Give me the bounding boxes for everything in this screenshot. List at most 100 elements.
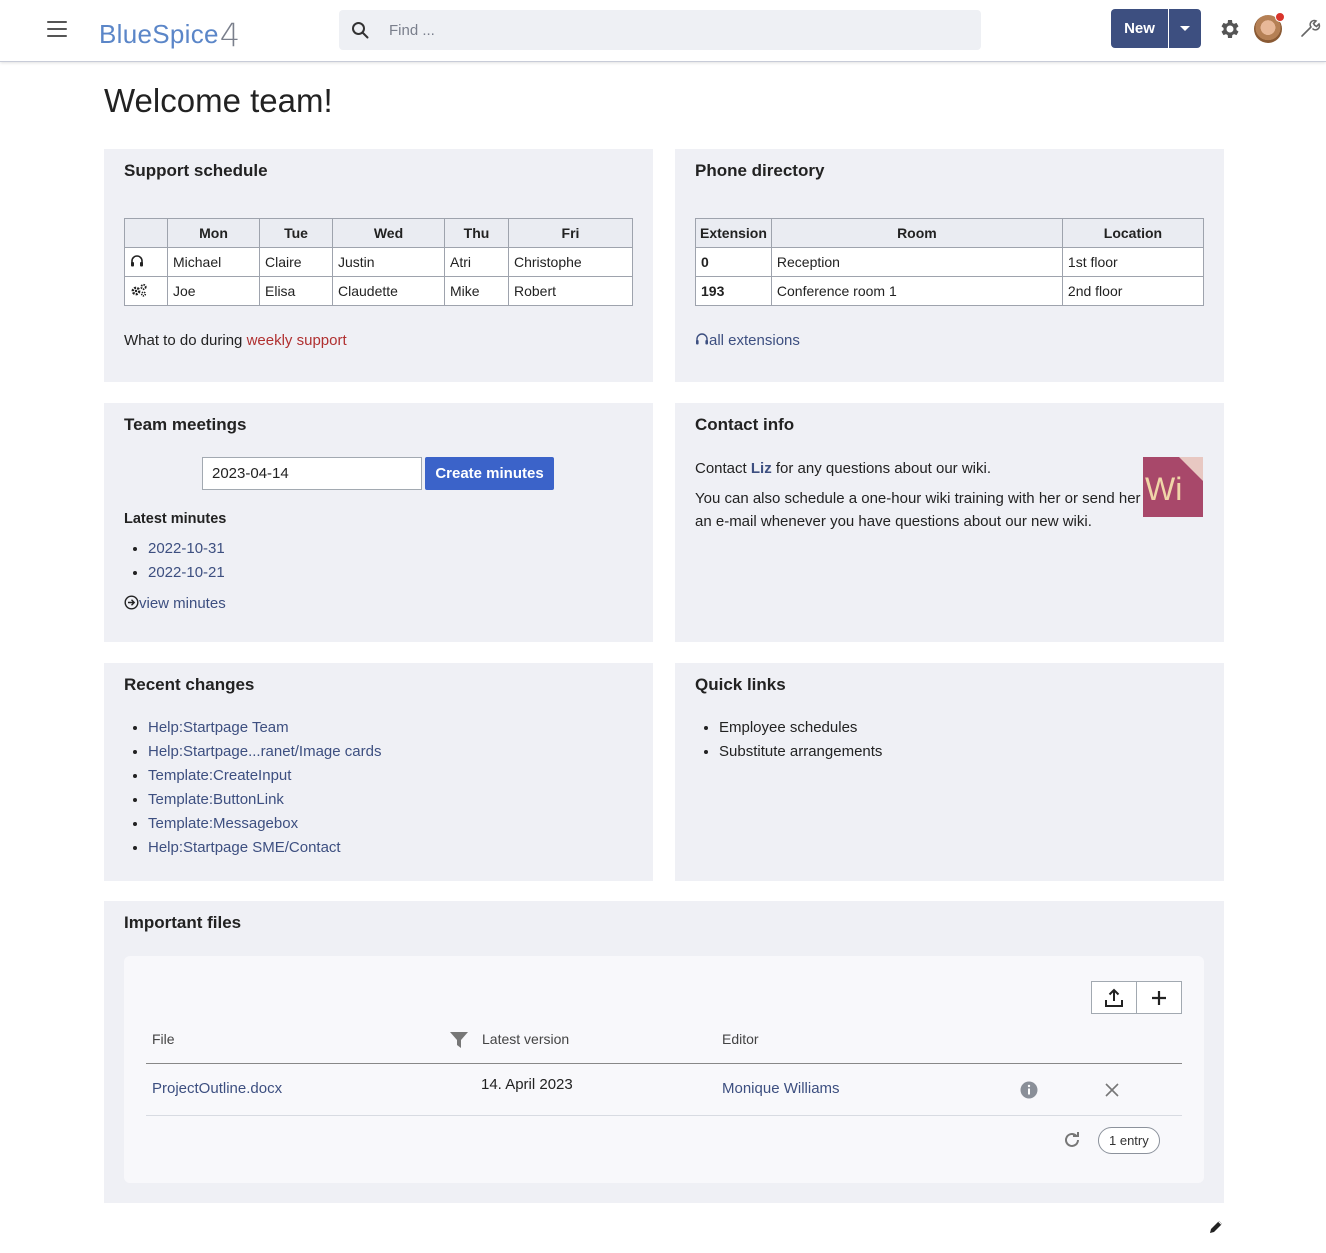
list-item: Help:Startpage Team — [148, 716, 381, 740]
editor-link[interactable]: Monique Williams — [722, 1080, 840, 1097]
recent-change-link[interactable]: Template:Messagebox — [148, 815, 298, 832]
table-header-row: Extension Room Location — [695, 218, 1205, 248]
recent-change-link[interactable]: Help:Startpage SME/Contact — [148, 839, 341, 856]
search-box — [339, 10, 981, 50]
all-extensions-link[interactable]: all extensions — [695, 332, 800, 349]
add-file-button[interactable] — [1136, 981, 1182, 1014]
table-row: 0 Reception 1st floor — [695, 247, 1205, 277]
refresh-icon[interactable] — [1062, 1130, 1082, 1150]
arrow-circle-right-icon — [124, 595, 139, 610]
row-divider — [146, 1115, 1182, 1116]
gear-icon[interactable] — [1217, 17, 1241, 41]
table-header: Fri — [508, 218, 633, 248]
table-header: Room — [770, 218, 1063, 248]
table-header: Mon — [167, 218, 260, 248]
table-cell — [124, 247, 168, 277]
support-schedule-table: Mon Tue Wed Thu Fri Michael Claire Justi… — [124, 218, 633, 306]
table-header: Extension — [695, 218, 772, 248]
avatar[interactable] — [1254, 12, 1285, 43]
recent-changes-title: Recent changes — [124, 675, 255, 694]
table-cell: Michael — [167, 247, 260, 277]
recent-changes-list: Help:Startpage Team Help:Startpage...ran… — [124, 716, 381, 860]
pencil-icon[interactable] — [1208, 1219, 1224, 1235]
new-dropdown-button[interactable] — [1169, 9, 1201, 48]
weekly-support-link[interactable]: weekly support — [247, 332, 347, 349]
support-schedule-title: Support schedule — [124, 161, 268, 180]
quick-link[interactable]: Substitute arrangements — [719, 743, 882, 760]
file-link[interactable]: ProjectOutline.docx — [152, 1080, 282, 1097]
quick-links-list: Employee schedules Substitute arrangemen… — [695, 716, 882, 764]
search-icon[interactable] — [351, 21, 369, 39]
logo[interactable]: BlueSpice4 — [99, 13, 240, 54]
upload-icon — [1105, 988, 1123, 1007]
headset-icon — [131, 254, 143, 266]
wiki-image-text: Wi — [1145, 471, 1183, 507]
contact-line-3: an e-mail whenever you have questions ab… — [695, 513, 1092, 530]
team-meetings-card: Team meetings Create minutes Latest minu… — [104, 403, 653, 642]
header-divider — [146, 1063, 1182, 1064]
recent-change-link[interactable]: Help:Startpage Team — [148, 719, 289, 736]
quick-links-title: Quick links — [695, 675, 786, 694]
table-header: Wed — [332, 218, 445, 248]
table-cell: Robert — [508, 276, 633, 306]
quick-link[interactable]: Employee schedules — [719, 719, 857, 736]
list-item: Help:Startpage SME/Contact — [148, 836, 381, 860]
wrench-icon[interactable] — [1299, 17, 1321, 39]
list-item: Template:CreateInput — [148, 764, 381, 788]
column-header-version[interactable]: Latest version — [482, 1031, 569, 1047]
headset-icon — [696, 333, 708, 345]
notification-dot — [1275, 12, 1285, 22]
table-header-empty — [124, 218, 168, 248]
gears-icon — [131, 283, 147, 297]
create-minutes-button[interactable]: Create minutes — [425, 457, 554, 490]
info-icon[interactable] — [1020, 1081, 1038, 1099]
contact-line-2: You can also schedule a one-hour wiki tr… — [695, 490, 1141, 507]
phone-directory-card: Phone directory Extension Room Location … — [675, 149, 1224, 382]
table-cell: 0 — [695, 247, 772, 277]
search-input[interactable] — [387, 16, 967, 44]
table-cell: 193 — [695, 276, 772, 306]
upload-button[interactable] — [1091, 981, 1137, 1014]
latest-minutes-title: Latest minutes — [124, 511, 227, 527]
list-item: Template:ButtonLink — [148, 788, 381, 812]
table-cell: Reception — [770, 247, 1063, 277]
wiki-image: Wi — [1143, 457, 1203, 517]
table-cell — [124, 276, 168, 306]
close-icon[interactable] — [1104, 1082, 1120, 1098]
list-item: Substitute arrangements — [719, 740, 882, 764]
meeting-date-input[interactable] — [202, 457, 422, 490]
column-header-editor[interactable]: Editor — [722, 1031, 759, 1047]
table-cell: Elisa — [259, 276, 333, 306]
table-row: 193 Conference room 1 2nd floor — [695, 276, 1205, 306]
list-item: Template:Messagebox — [148, 812, 381, 836]
contact-text: Contact — [695, 460, 751, 477]
table-row: Joe Elisa Claudette Mike Robert — [124, 276, 633, 306]
recent-change-link[interactable]: Template:ButtonLink — [148, 791, 284, 808]
filter-icon[interactable] — [449, 1030, 469, 1050]
support-note: What to do during weekly support — [124, 332, 347, 349]
contact-name-link[interactable]: Liz — [751, 460, 772, 477]
menu-icon[interactable] — [47, 21, 67, 39]
minutes-link[interactable]: 2022-10-21 — [148, 564, 225, 581]
minutes-link[interactable]: 2022-10-31 — [148, 540, 225, 557]
support-schedule-card: Support schedule Mon Tue Wed Thu Fri Mic… — [104, 149, 653, 382]
list-item: 2022-10-31 — [148, 537, 225, 561]
important-files-title: Important files — [124, 913, 242, 932]
view-minutes-link[interactable]: view minutes — [124, 595, 226, 612]
table-cell: Conference room 1 — [770, 276, 1063, 306]
list-item: Employee schedules — [719, 716, 882, 740]
files-panel: File Latest version Editor ProjectOutlin… — [124, 956, 1204, 1183]
table-cell: Mike — [444, 276, 509, 306]
contact-info-title: Contact info — [695, 415, 795, 434]
plus-icon — [1152, 991, 1166, 1005]
recent-change-link[interactable]: Help:Startpage...ranet/Image cards — [148, 743, 381, 760]
table-header-row: Mon Tue Wed Thu Fri — [124, 218, 633, 248]
all-extensions-label: all extensions — [709, 332, 800, 349]
column-header-file[interactable]: File — [152, 1031, 175, 1047]
support-note-text: What to do during — [124, 332, 247, 349]
new-button[interactable]: New — [1111, 9, 1168, 48]
file-version: 14. April 2023 — [481, 1076, 573, 1093]
page-title: Welcome team! — [104, 82, 333, 119]
quick-links-card: Quick links Employee schedules Substitut… — [675, 663, 1224, 881]
recent-change-link[interactable]: Template:CreateInput — [148, 767, 291, 784]
